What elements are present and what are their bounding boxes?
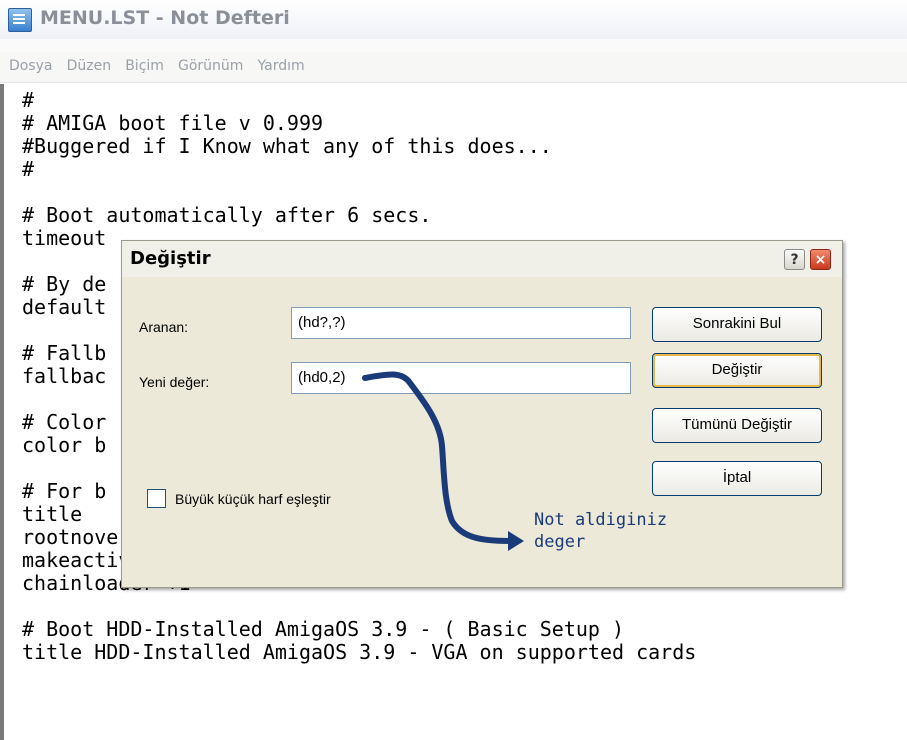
menu-item-view[interactable]: Görünüm [178, 52, 243, 74]
notepad-icon [8, 8, 32, 32]
menu-item-file[interactable]: Dosya [9, 52, 53, 74]
window-title: MENU.LST - Not Defteri [40, 7, 290, 29]
menu-item-help[interactable]: Yardım [258, 52, 305, 74]
menu-bar: Dosya Düzen Biçim Görünüm Yardım [0, 52, 907, 83]
window-titlebar: MENU.LST - Not Defteri [0, 0, 907, 39]
menu-item-format[interactable]: Biçim [125, 52, 164, 74]
replace-dialog: Değiştir ? × Aranan: (hd?,?) Yeni değer:… [121, 240, 843, 588]
titlebar-spacer [0, 39, 907, 52]
annotation-arrow-icon [362, 371, 524, 551]
annotation-note: Not aldiginiz deger [534, 510, 668, 552]
menu-item-edit[interactable]: Düzen [67, 52, 112, 74]
